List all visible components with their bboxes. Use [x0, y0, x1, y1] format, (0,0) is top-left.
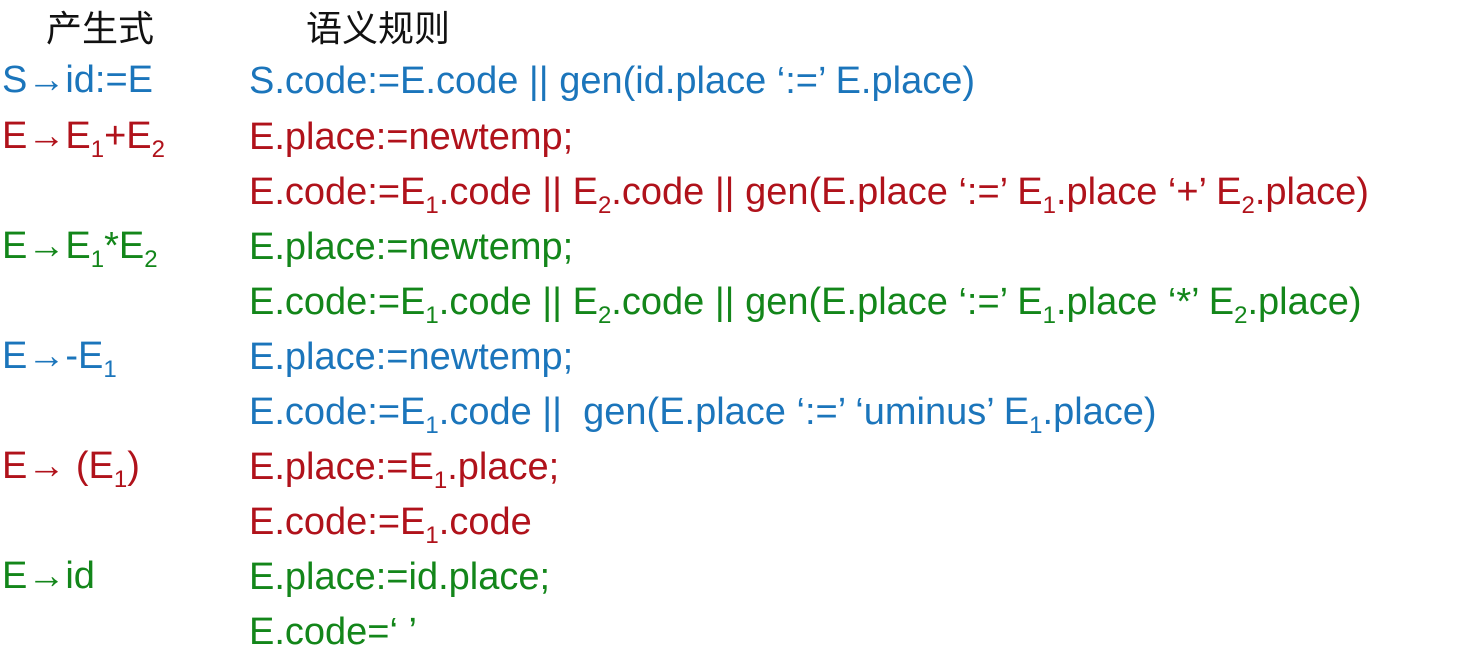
subscript: 1 — [425, 412, 439, 439]
text-segment: .place ‘*’ E — [1055, 281, 1235, 323]
subscript: 2 — [144, 246, 158, 273]
text-segment: .place ‘+’ E — [1055, 171, 1242, 213]
rule-line: E.place:=E1.place; — [249, 440, 559, 495]
text-segment: .code || E — [438, 281, 598, 323]
text-segment: ) — [127, 445, 140, 487]
text-segment: .place) — [1042, 391, 1157, 433]
text-segment: E→E — [2, 115, 91, 157]
text-segment: .place) — [1247, 281, 1362, 323]
text-segment: .place; — [447, 446, 560, 488]
semantic-rules: S.code:=E.code || gen(id.place ‘:=’ E.pl… — [249, 54, 975, 109]
subscript: 1 — [1029, 412, 1043, 439]
rule-line: E.code:=E1.code || E2.code || gen(E.plac… — [249, 275, 1362, 330]
semantic-rules: E.place:=newtemp; E.code:=E1.code || E2.c… — [249, 220, 1362, 330]
text-segment: .code || gen(E.place ‘:=’ E — [611, 171, 1043, 213]
production: E→E1+E2 — [2, 110, 165, 162]
subscript: 1 — [425, 522, 439, 549]
text-segment: E.place:=id.place; — [249, 556, 551, 598]
text-segment: .code || E — [438, 171, 598, 213]
header-production: 产生式 — [46, 9, 155, 50]
semantic-rules: E.place:=E1.place; E.code:=E1.code — [249, 440, 559, 550]
subscript: 2 — [151, 136, 165, 163]
text-segment: E.code:=E — [249, 171, 426, 213]
text-segment: S→id:=E — [2, 59, 154, 101]
rule-line: E.code:=E1.code || E2.code || gen(E.plac… — [249, 165, 1369, 220]
text-segment: .code — [438, 501, 532, 543]
text-segment: S.code:=E.code || gen(id.place ‘:=’ E.pl… — [249, 60, 975, 102]
text-segment: *E — [104, 225, 145, 267]
production: E→E1*E2 — [2, 220, 158, 272]
subscript: 1 — [90, 136, 105, 163]
header-semantic-rule: 语义规则 — [306, 9, 451, 50]
subscript: 2 — [597, 192, 612, 219]
text-segment: E→ (E — [2, 445, 114, 487]
semantic-rules: E.place:=newtemp; E.code:=E1.code || gen(… — [249, 330, 1157, 440]
text-segment: E→E — [2, 225, 91, 267]
rule-line: E.code:=E1.code || gen(E.place ‘:=’ ‘umi… — [249, 385, 1157, 440]
rule-line: E.place:=newtemp; — [249, 220, 1362, 275]
text-segment: E.place:=newtemp; — [249, 226, 574, 268]
rule-line: E.place:=newtemp; — [249, 110, 1369, 165]
text-segment: E.code:=E — [249, 391, 426, 433]
production: E→-E1 — [2, 330, 117, 382]
rule-line: E.place:=id.place; — [249, 550, 550, 605]
text-segment: E.code:=E — [249, 501, 426, 543]
subscript: 1 — [90, 246, 105, 273]
subscript: 1 — [425, 192, 439, 219]
text-segment: .code || gen(E.place ‘:=’ E — [611, 281, 1043, 323]
subscript: 2 — [1234, 302, 1248, 329]
rule-line: E.code:=E1.code — [249, 495, 559, 550]
text-segment: E→-E — [2, 335, 104, 377]
semantic-rules: E.place:=id.place; E.code=‘ ’ — [249, 550, 550, 660]
text-segment: .place) — [1254, 171, 1369, 213]
subscript: 2 — [1241, 192, 1255, 219]
production: S→id:=E — [2, 54, 153, 106]
subscript: 1 — [425, 302, 439, 329]
subscript: 1 — [433, 467, 448, 494]
rule-line: E.code=‘ ’ — [249, 605, 550, 660]
subscript: 1 — [1042, 192, 1056, 219]
rule-line: S.code:=E.code || gen(id.place ‘:=’ E.pl… — [249, 54, 975, 109]
text-segment: E→id — [2, 555, 95, 597]
text-segment: E.place:=newtemp; — [249, 116, 574, 158]
text-segment: E.code=‘ ’ — [249, 611, 417, 653]
text-segment: .code || gen(E.place ‘:=’ ‘uminus’ E — [438, 391, 1030, 433]
text-segment: E.place:=E — [249, 446, 434, 488]
rule-line: E.place:=newtemp; — [249, 330, 1157, 385]
subscript: 1 — [1042, 302, 1056, 329]
production: E→id — [2, 550, 95, 602]
semantic-rules: E.place:=newtemp; E.code:=E1.code || E2.c… — [249, 110, 1369, 220]
subscript: 1 — [103, 356, 117, 383]
subscript: 1 — [113, 466, 128, 493]
subscript: 2 — [597, 302, 612, 329]
text-segment: E.place:=newtemp; — [249, 336, 574, 378]
text-segment: E.code:=E — [249, 281, 426, 323]
text-segment: +E — [104, 115, 152, 157]
production: E→ (E1) — [2, 440, 140, 492]
